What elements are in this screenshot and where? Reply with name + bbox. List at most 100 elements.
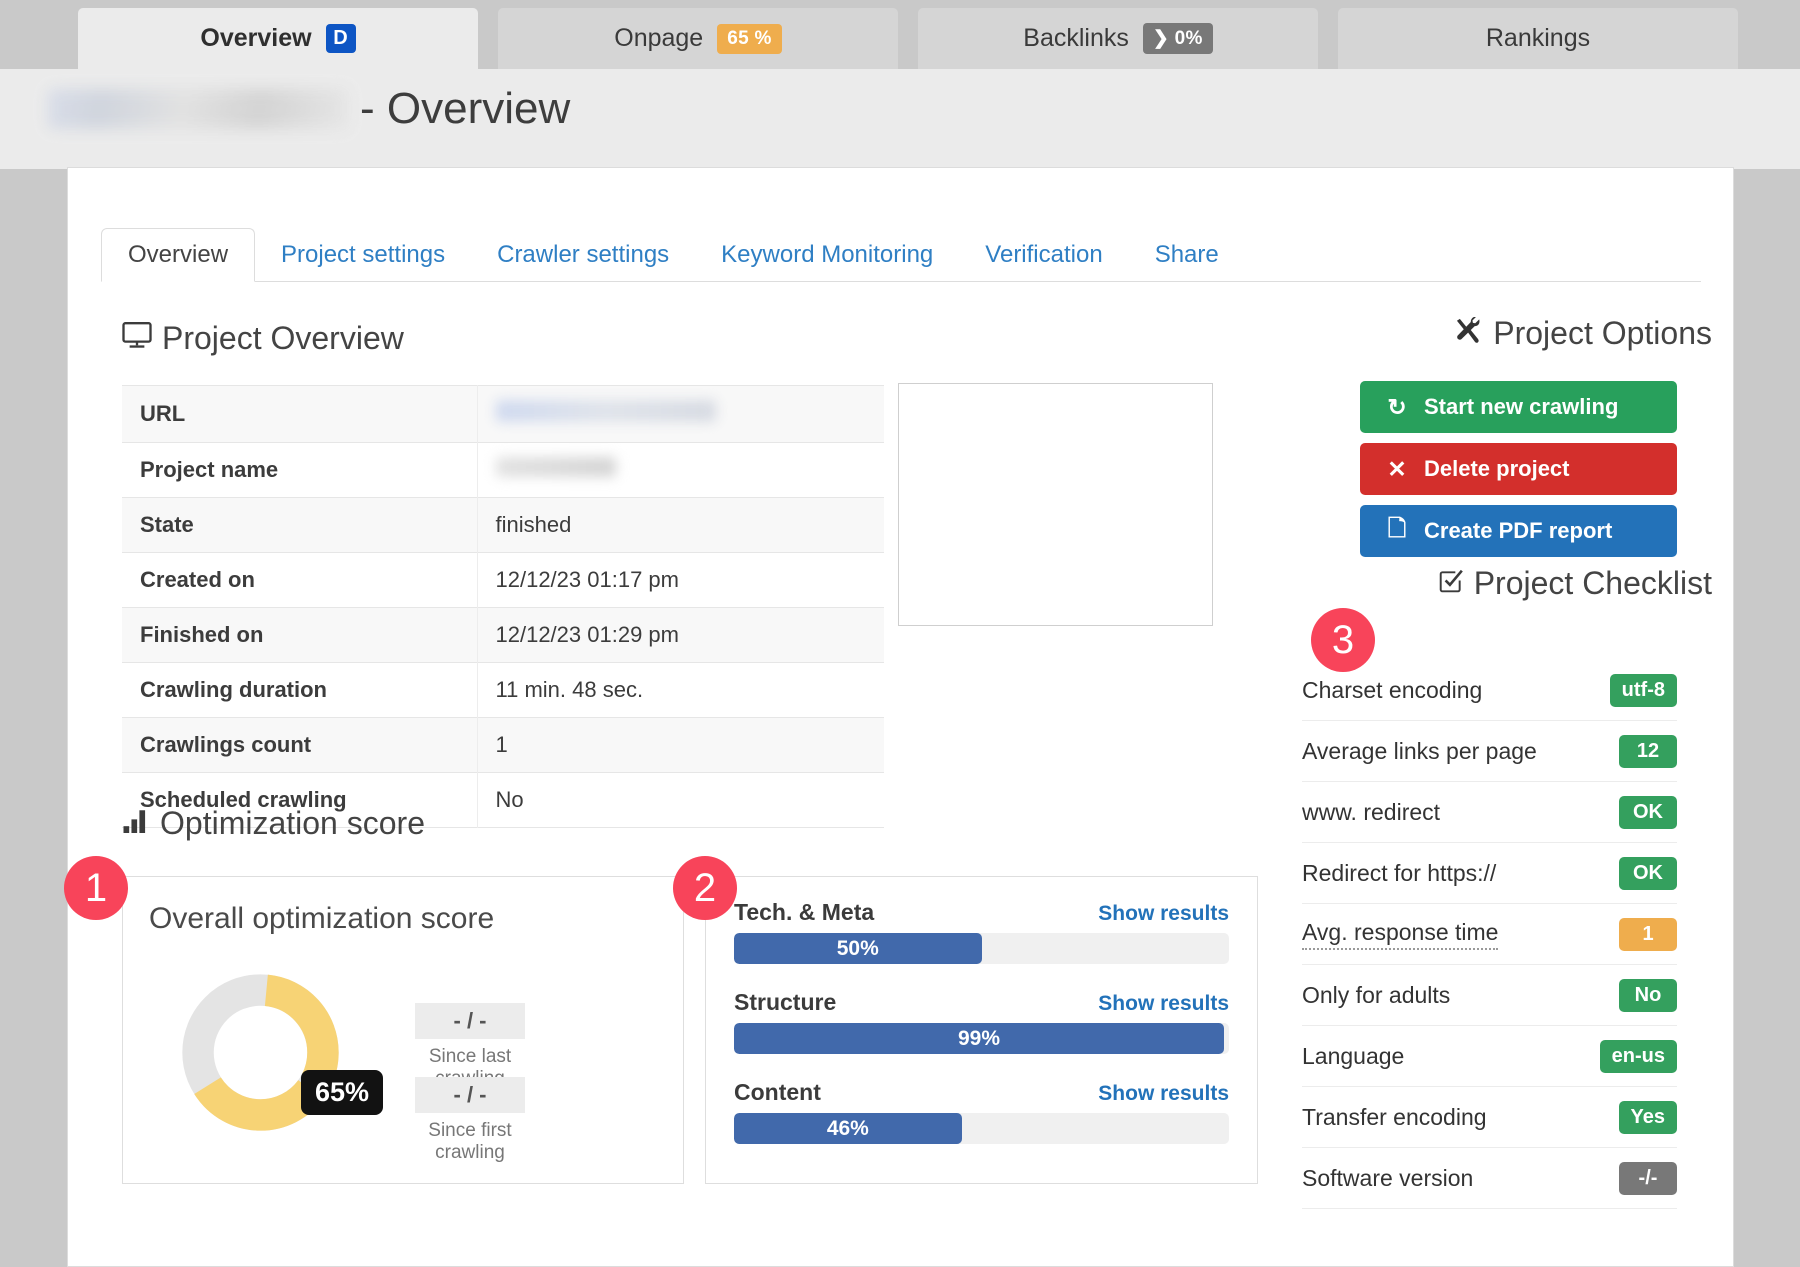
checklist-row-transfer-encoding: Transfer encoding Yes: [1302, 1087, 1677, 1148]
inner-tab-verification-label: Verification: [985, 241, 1102, 268]
checklist-row-software-version: Software version -/-: [1302, 1148, 1677, 1209]
callout-badge-1-label: 1: [85, 866, 107, 911]
row-value: [477, 443, 884, 498]
inner-tab-share-label: Share: [1155, 241, 1219, 268]
page-title: - Overview: [48, 84, 570, 134]
tab-backlinks[interactable]: Backlinks ❯ 0%: [918, 8, 1318, 69]
project-options-title: Project Options: [1493, 315, 1712, 352]
show-results-link-content[interactable]: Show results: [1098, 1082, 1229, 1106]
checklist-label: Language: [1302, 1043, 1404, 1070]
callout-badge-3: 3: [1311, 608, 1375, 672]
callout-badge-2-label: 2: [694, 866, 716, 911]
delta-caption: Since first crawling: [400, 1120, 540, 1164]
inner-tab-keyword-monitoring[interactable]: Keyword Monitoring: [695, 229, 959, 281]
tab-overview-label: Overview: [200, 24, 311, 53]
checklist-row-www-redirect: www. redirect OK: [1302, 782, 1677, 843]
row-value: [477, 386, 884, 443]
status-badge: en-us: [1600, 1040, 1677, 1073]
row-value: No: [477, 773, 884, 828]
row-value: finished: [477, 498, 884, 553]
score-label: Structure: [734, 989, 836, 1016]
overall-optimization-score-panel: Overall optimization score 65% - / - Sin…: [122, 876, 684, 1184]
project-checklist-items: Charset encoding utf-8 Average links per…: [1302, 660, 1677, 1209]
inner-tab-crawler-settings[interactable]: Crawler settings: [471, 229, 695, 281]
score-group-structure: Structure Show results 99%: [734, 989, 1229, 1054]
checklist-label: Average links per page: [1302, 738, 1537, 765]
row-value: 12/12/23 01:29 pm: [477, 608, 884, 663]
optimization-score-title: Optimization score: [160, 805, 425, 842]
checklist-row-avg-response-time: Avg. response time 1: [1302, 904, 1677, 965]
inner-tab-project-settings-label: Project settings: [281, 241, 445, 268]
tab-rankings[interactable]: Rankings: [1338, 8, 1738, 69]
delete-project-button[interactable]: ✕ Delete project: [1360, 443, 1677, 495]
tab-overview[interactable]: Overview D: [78, 8, 478, 69]
bar-chart-icon: [122, 808, 150, 839]
checklist-label: www. redirect: [1302, 799, 1440, 826]
status-badge: OK: [1619, 796, 1677, 829]
inner-tab-keyword-monitoring-label: Keyword Monitoring: [721, 241, 933, 268]
progress-track: 50%: [734, 933, 1229, 964]
row-key: Crawling duration: [122, 663, 477, 718]
checklist-label: Only for adults: [1302, 982, 1450, 1009]
checklist-row-redirect-for-https: Redirect for https:// OK: [1302, 843, 1677, 904]
category-scores-panel: Tech. & Meta Show results 50% Structure …: [705, 876, 1258, 1184]
checklist-label: Software version: [1302, 1165, 1473, 1192]
table-row: Crawling duration 11 min. 48 sec.: [122, 663, 884, 718]
checklist-label: Charset encoding: [1302, 677, 1482, 704]
callout-badge-3-label: 3: [1332, 618, 1354, 663]
checklist-row-average-links-per-page: Average links per page 12: [1302, 721, 1677, 782]
create-pdf-report-label: Create PDF report: [1424, 518, 1612, 544]
inner-tab-project-settings[interactable]: Project settings: [255, 229, 471, 281]
show-results-link-structure[interactable]: Show results: [1098, 992, 1229, 1016]
status-badge: 12: [1619, 735, 1677, 768]
progress-track: 46%: [734, 1113, 1229, 1144]
project-overview-heading: Project Overview: [122, 320, 404, 357]
delete-project-label: Delete project: [1424, 456, 1570, 482]
progress-track: 99%: [734, 1023, 1229, 1054]
progress-fill: 50%: [734, 933, 982, 964]
row-key: Created on: [122, 553, 477, 608]
inner-tab-share[interactable]: Share: [1129, 229, 1245, 281]
optimization-score-heading: Optimization score: [122, 805, 425, 842]
tab-rankings-label: Rankings: [1486, 24, 1590, 53]
onpage-score-badge: 65 %: [717, 24, 782, 54]
status-badge: -/-: [1619, 1162, 1677, 1195]
start-new-crawling-button[interactable]: ↻ Start new crawling: [1360, 381, 1677, 433]
status-badge: 1: [1619, 918, 1677, 951]
start-new-crawling-label: Start new crawling: [1424, 394, 1618, 420]
redacted-project-name-value: [496, 457, 616, 477]
row-key: State: [122, 498, 477, 553]
project-options-heading: Project Options: [1453, 315, 1712, 352]
status-badge: utf-8: [1610, 674, 1677, 707]
inner-tab-verification[interactable]: Verification: [959, 229, 1128, 281]
progress-fill: 46%: [734, 1113, 962, 1144]
row-key: Project name: [122, 443, 477, 498]
checklist-label[interactable]: Avg. response time: [1302, 919, 1498, 950]
project-checklist-title: Project Checklist: [1474, 565, 1712, 602]
inner-tab-overview[interactable]: Overview: [101, 228, 255, 282]
backlinks-score-badge: ❯ 0%: [1143, 23, 1213, 54]
create-pdf-report-button[interactable]: 🗋 Create PDF report: [1360, 505, 1677, 557]
checklist-row-charset-encoding: Charset encoding utf-8: [1302, 660, 1677, 721]
tab-onpage-label: Onpage: [614, 24, 703, 53]
project-checklist-heading: Project Checklist: [1438, 565, 1712, 602]
delta-value: - / -: [415, 1077, 525, 1113]
row-key: Finished on: [122, 608, 477, 663]
table-row: State finished: [122, 498, 884, 553]
show-results-link-tech-meta[interactable]: Show results: [1098, 902, 1229, 926]
table-row: Finished on 12/12/23 01:29 pm: [122, 608, 884, 663]
page-header: - Overview: [0, 69, 1800, 169]
score-label: Content: [734, 1079, 821, 1106]
tools-icon: [1453, 317, 1483, 351]
top-tabs: Overview D Onpage 65 % Backlinks ❯ 0% Ra…: [78, 8, 1738, 69]
inner-tab-nav: Overview Project settings Crawler settin…: [101, 230, 1701, 282]
table-row: Crawlings count 1: [122, 718, 884, 773]
score-group-tech-meta: Tech. & Meta Show results 50%: [734, 899, 1229, 964]
row-value: 1: [477, 718, 884, 773]
donut-center-percent: 65%: [301, 1070, 383, 1115]
callout-badge-1: 1: [64, 856, 128, 920]
delta-since-first-crawling: - / - Since first crawling: [415, 1077, 540, 1164]
tab-onpage[interactable]: Onpage 65 %: [498, 8, 898, 69]
checklist-row-only-for-adults: Only for adults No: [1302, 965, 1677, 1026]
callout-badge-2: 2: [673, 856, 737, 920]
